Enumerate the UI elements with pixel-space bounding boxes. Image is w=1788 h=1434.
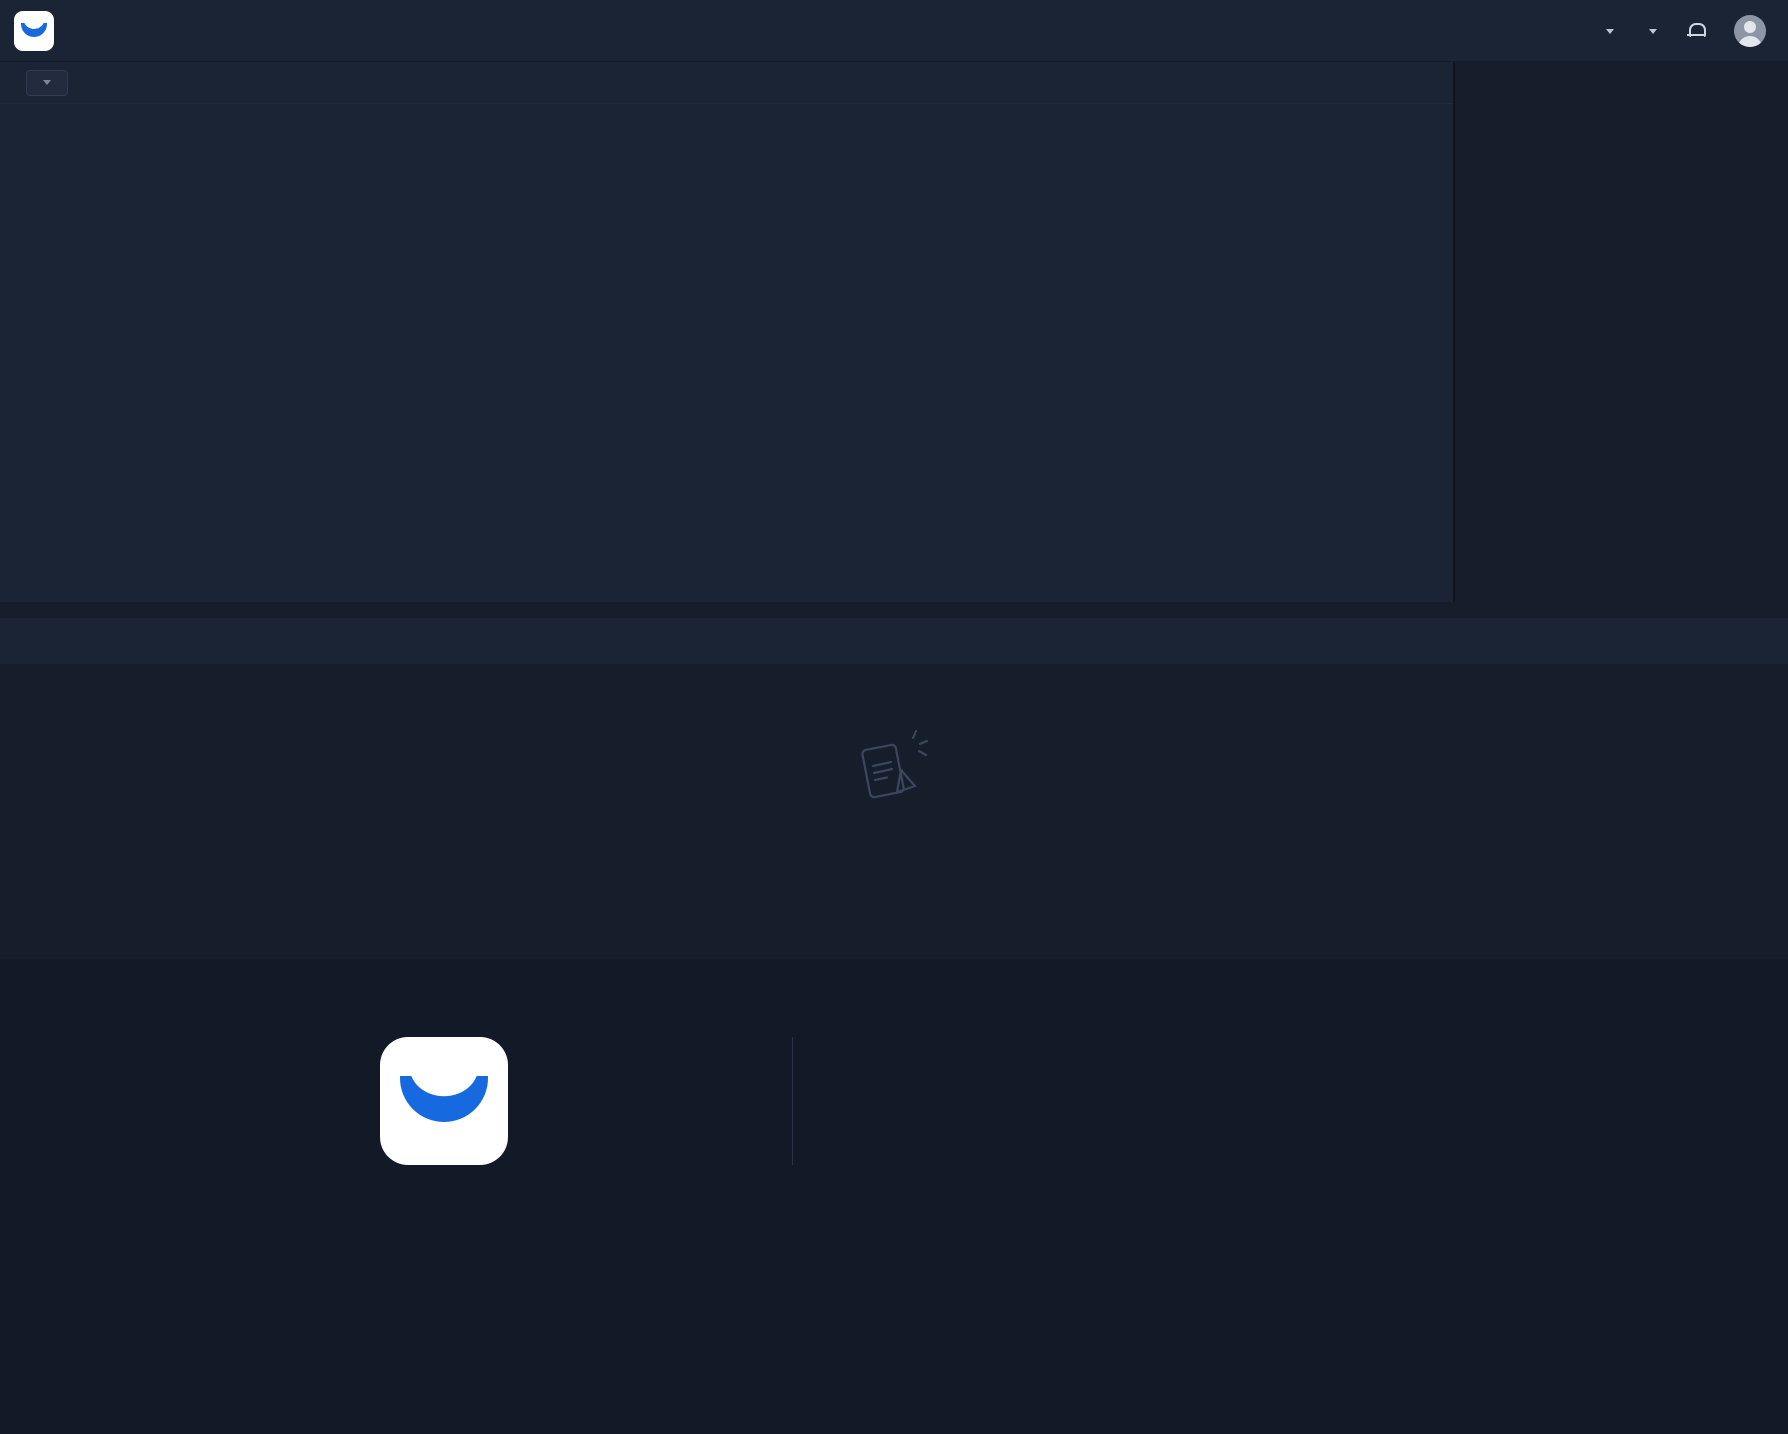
symbol-dropdown-button[interactable] bbox=[26, 70, 68, 96]
no-data-icon bbox=[857, 730, 931, 808]
empty-state bbox=[0, 664, 1788, 889]
chevron-down-icon bbox=[1606, 29, 1614, 34]
footer-inner bbox=[0, 1037, 1788, 1165]
orders-tabs bbox=[0, 602, 1788, 618]
price-chart[interactable] bbox=[0, 104, 1453, 602]
current-period-row bbox=[1481, 82, 1762, 92]
footer-logo bbox=[380, 1037, 508, 1165]
orders-section bbox=[0, 602, 1788, 925]
webull-moon-icon bbox=[400, 1076, 488, 1122]
trading-panel-tabs bbox=[1467, 62, 1776, 76]
orders-table-header bbox=[0, 618, 1788, 664]
footer-contact-column bbox=[560, 1037, 730, 1165]
next-period-row bbox=[1481, 92, 1762, 102]
webull-moon-icon bbox=[21, 23, 47, 37]
user-avatar[interactable] bbox=[1734, 15, 1766, 47]
nav-right-group bbox=[1601, 15, 1766, 47]
top-navigation-bar bbox=[0, 0, 1788, 62]
trading-panel bbox=[1455, 62, 1788, 602]
chevron-down-icon bbox=[43, 80, 51, 85]
chart-column bbox=[0, 62, 1455, 602]
settlement-times bbox=[1467, 76, 1776, 112]
chart-header bbox=[0, 62, 1453, 104]
page-footer bbox=[0, 959, 1788, 1434]
chart-svg bbox=[0, 104, 1455, 602]
footer-disclaimers bbox=[792, 1037, 817, 1165]
section-spacer bbox=[0, 925, 1788, 959]
notification-bell-icon[interactable] bbox=[1687, 21, 1704, 40]
language-selector[interactable] bbox=[1601, 22, 1614, 39]
main-content bbox=[0, 62, 1788, 602]
chevron-down-icon bbox=[1649, 29, 1657, 34]
pagination bbox=[0, 889, 1788, 925]
webull-logo[interactable] bbox=[14, 11, 54, 51]
wallet-menu[interactable] bbox=[1644, 22, 1657, 39]
